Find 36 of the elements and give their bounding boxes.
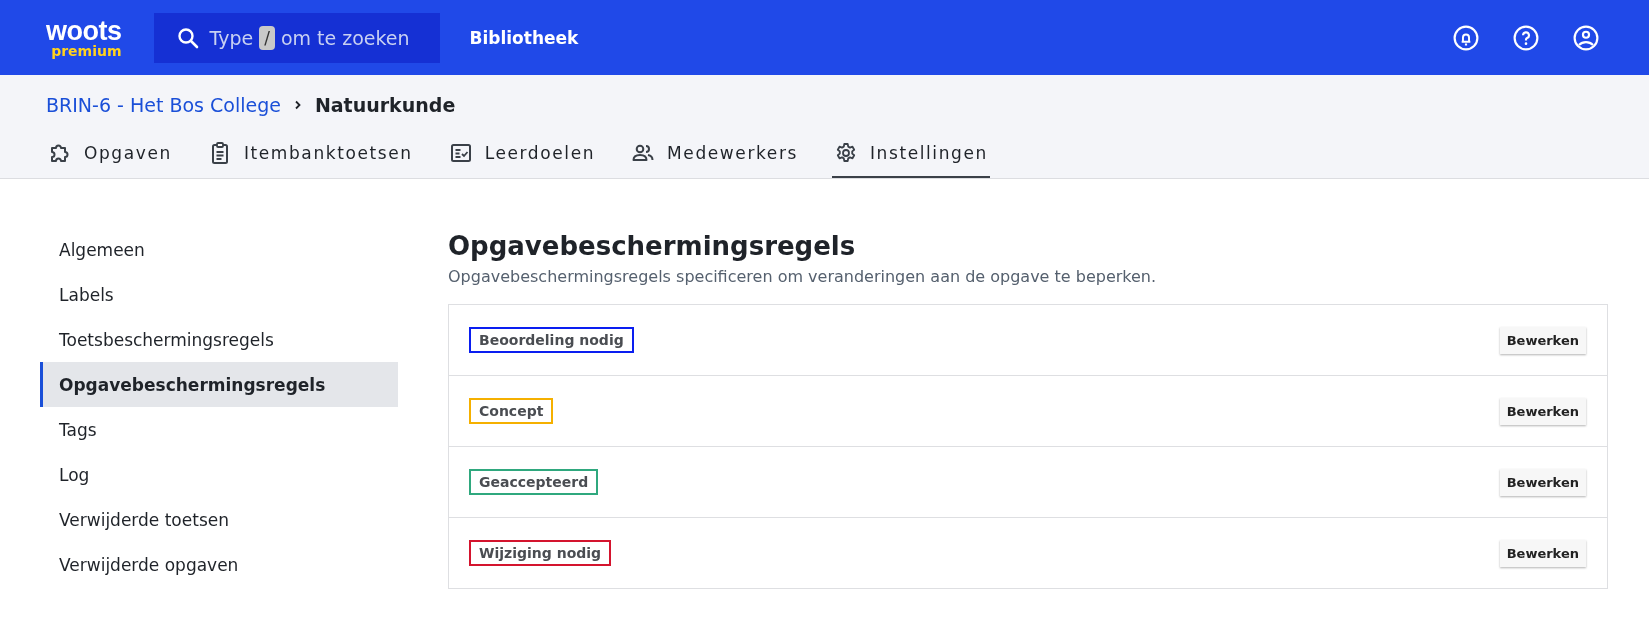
page-description: Opgavebeschermingsregels specificeren om veranderingen aan de opgave te beperken.	[448, 267, 1158, 286]
edit-button[interactable]: Bewerken	[1499, 397, 1586, 425]
tab[interactable]: Opgaven	[46, 135, 174, 178]
tab[interactable]: Itembanktoetsen	[205, 135, 415, 178]
help-icon[interactable]	[1513, 24, 1539, 51]
sidebar-item[interactable]: Verwijderde opgaven	[40, 542, 398, 587]
sidebar-item[interactable]: Log	[40, 452, 398, 497]
edit-button[interactable]: Bewerken	[1499, 326, 1586, 354]
search-field[interactable]: Type / om te zoeken	[153, 12, 440, 63]
tab[interactable]: Medewerkers	[629, 135, 800, 178]
edit-button[interactable]: Bewerken	[1499, 539, 1586, 567]
breadcrumb-link[interactable]: BRIN-6 - Het Bos College	[46, 94, 281, 116]
tab[interactable]: Leerdoelen	[446, 135, 598, 178]
user-account-icon[interactable]	[1573, 24, 1599, 51]
search-hint: om te zoeken	[280, 26, 410, 49]
status-tag: Beoordeling nodig	[469, 327, 634, 353]
sidebar-item[interactable]: Toetsbeschermingsregels	[40, 317, 398, 362]
tab[interactable]: Instellingen	[831, 135, 990, 178]
edit-button[interactable]: Bewerken	[1499, 468, 1586, 496]
sidebar-item[interactable]: Opgavebeschermingsregels	[40, 362, 398, 407]
shortcut-key: /	[259, 25, 275, 50]
breadcrumb-current: Natuurkunde	[314, 94, 456, 116]
notification-bell-icon[interactable]	[1453, 24, 1479, 51]
sidebar-item[interactable]: Labels	[40, 272, 398, 317]
status-tag: Geaccepteerd	[469, 469, 599, 495]
search-hint: Type	[209, 26, 254, 49]
checklist-icon	[448, 141, 473, 165]
nav-link[interactable]: Bibliotheek	[469, 27, 579, 48]
sidebar-item[interactable]: Algemeen	[40, 227, 398, 272]
status-tag: Concept	[469, 398, 554, 424]
sidebar-item[interactable]: Tags	[40, 407, 398, 452]
logo[interactable]: woots premium	[46, 17, 122, 58]
search-icon	[175, 25, 200, 50]
sidebar-item[interactable]: Verwijderde toetsen	[40, 497, 398, 542]
page-title: Opgavebeschermingsregels	[448, 231, 857, 261]
status-tag: Wijziging nodig	[469, 540, 612, 566]
